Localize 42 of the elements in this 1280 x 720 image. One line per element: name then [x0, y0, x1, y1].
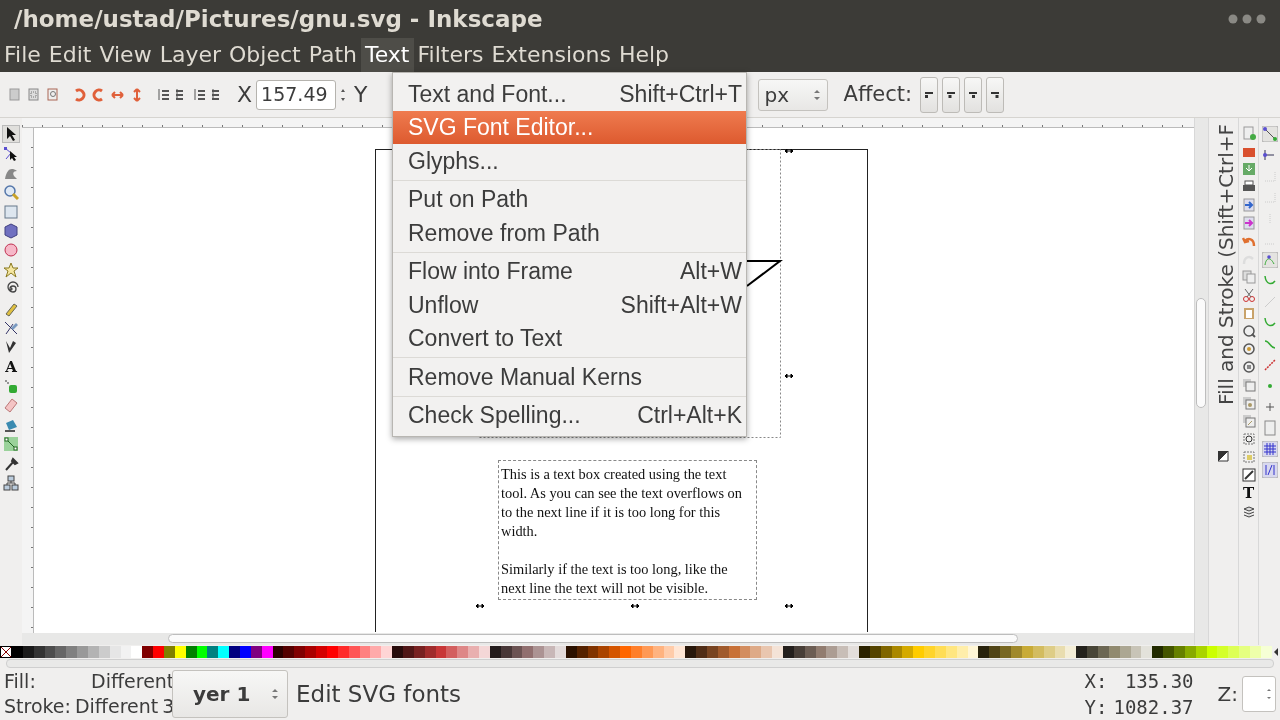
menu-item[interactable]: Convert to Text: [393, 321, 746, 355]
x-label: X: [237, 82, 253, 107]
cursor-y: 1082.37: [1113, 695, 1194, 720]
menu-item[interactable]: Text: [361, 38, 414, 72]
menu-item[interactable]: Filters: [413, 38, 488, 72]
window-title: /home/ustad/Pictures/gnu.svg - Inkscape: [14, 4, 543, 34]
y-label: Y: [354, 82, 368, 107]
menu-item[interactable]: File: [0, 38, 45, 72]
menu-item[interactable]: Layer: [155, 38, 225, 72]
menu-item[interactable]: Unflow Shift+Alt+W: [393, 288, 746, 322]
paragraph: Similarly if the text is too long, like the next line the text will not be visible.: [501, 560, 729, 598]
unit-select[interactable]: px: [757, 78, 828, 111]
affect-label: Affect:: [843, 82, 913, 107]
stroke-value: Different: [74, 694, 159, 719]
menu-item[interactable]: Glyphs...: [393, 144, 746, 178]
x-field[interactable]: 157.49: [256, 79, 337, 110]
dock-tab-title[interactable]: Fill and Stroke (Shift+Ctrl+F: [1211, 124, 1238, 405]
fill-value: Different: [90, 669, 175, 694]
menu-item[interactable]: Remove from Path: [393, 216, 746, 250]
menu-item[interactable]: Remove Manual Kerns: [393, 360, 746, 394]
menu-item[interactable]: Extensions: [487, 38, 615, 72]
layer-dropdown[interactable]: yer 1: [172, 670, 288, 718]
zoom-label: Z:: [1217, 681, 1238, 708]
menu-item[interactable]: Flow into Frame Alt+W: [393, 254, 746, 288]
text-tool-icon[interactable]: A: [5, 358, 17, 375]
fill-label: Fill:: [4, 669, 37, 694]
menu-item[interactable]: Text and Font... Shift+Ctrl+T: [393, 77, 746, 111]
menu-item[interactable]: Path: [304, 38, 361, 72]
status-message: Edit SVG fonts: [296, 679, 462, 709]
menu-item[interactable]: Check Spelling... Ctrl+Alt+K: [393, 398, 746, 432]
stroke-width: 3: [162, 694, 175, 719]
menu-item[interactable]: View: [95, 38, 156, 72]
paragraph: This is a text box created using the text tool. As you can see the text overflows on to the next line if it is too long for this width.: [501, 465, 743, 541]
cursor-x-label: X:: [1084, 669, 1108, 694]
menu-item[interactable]: Help: [614, 38, 674, 72]
cursor-y-label: Y:: [1084, 695, 1108, 720]
menu-item[interactable]: Object: [225, 38, 305, 72]
stroke-label: Stroke:: [4, 694, 71, 719]
cursor-x: 135.30: [1123, 669, 1194, 694]
menu-item[interactable]: Put on Path: [393, 182, 746, 216]
menu-item[interactable]: Edit: [44, 38, 96, 72]
text-icon[interactable]: T: [1242, 486, 1255, 501]
